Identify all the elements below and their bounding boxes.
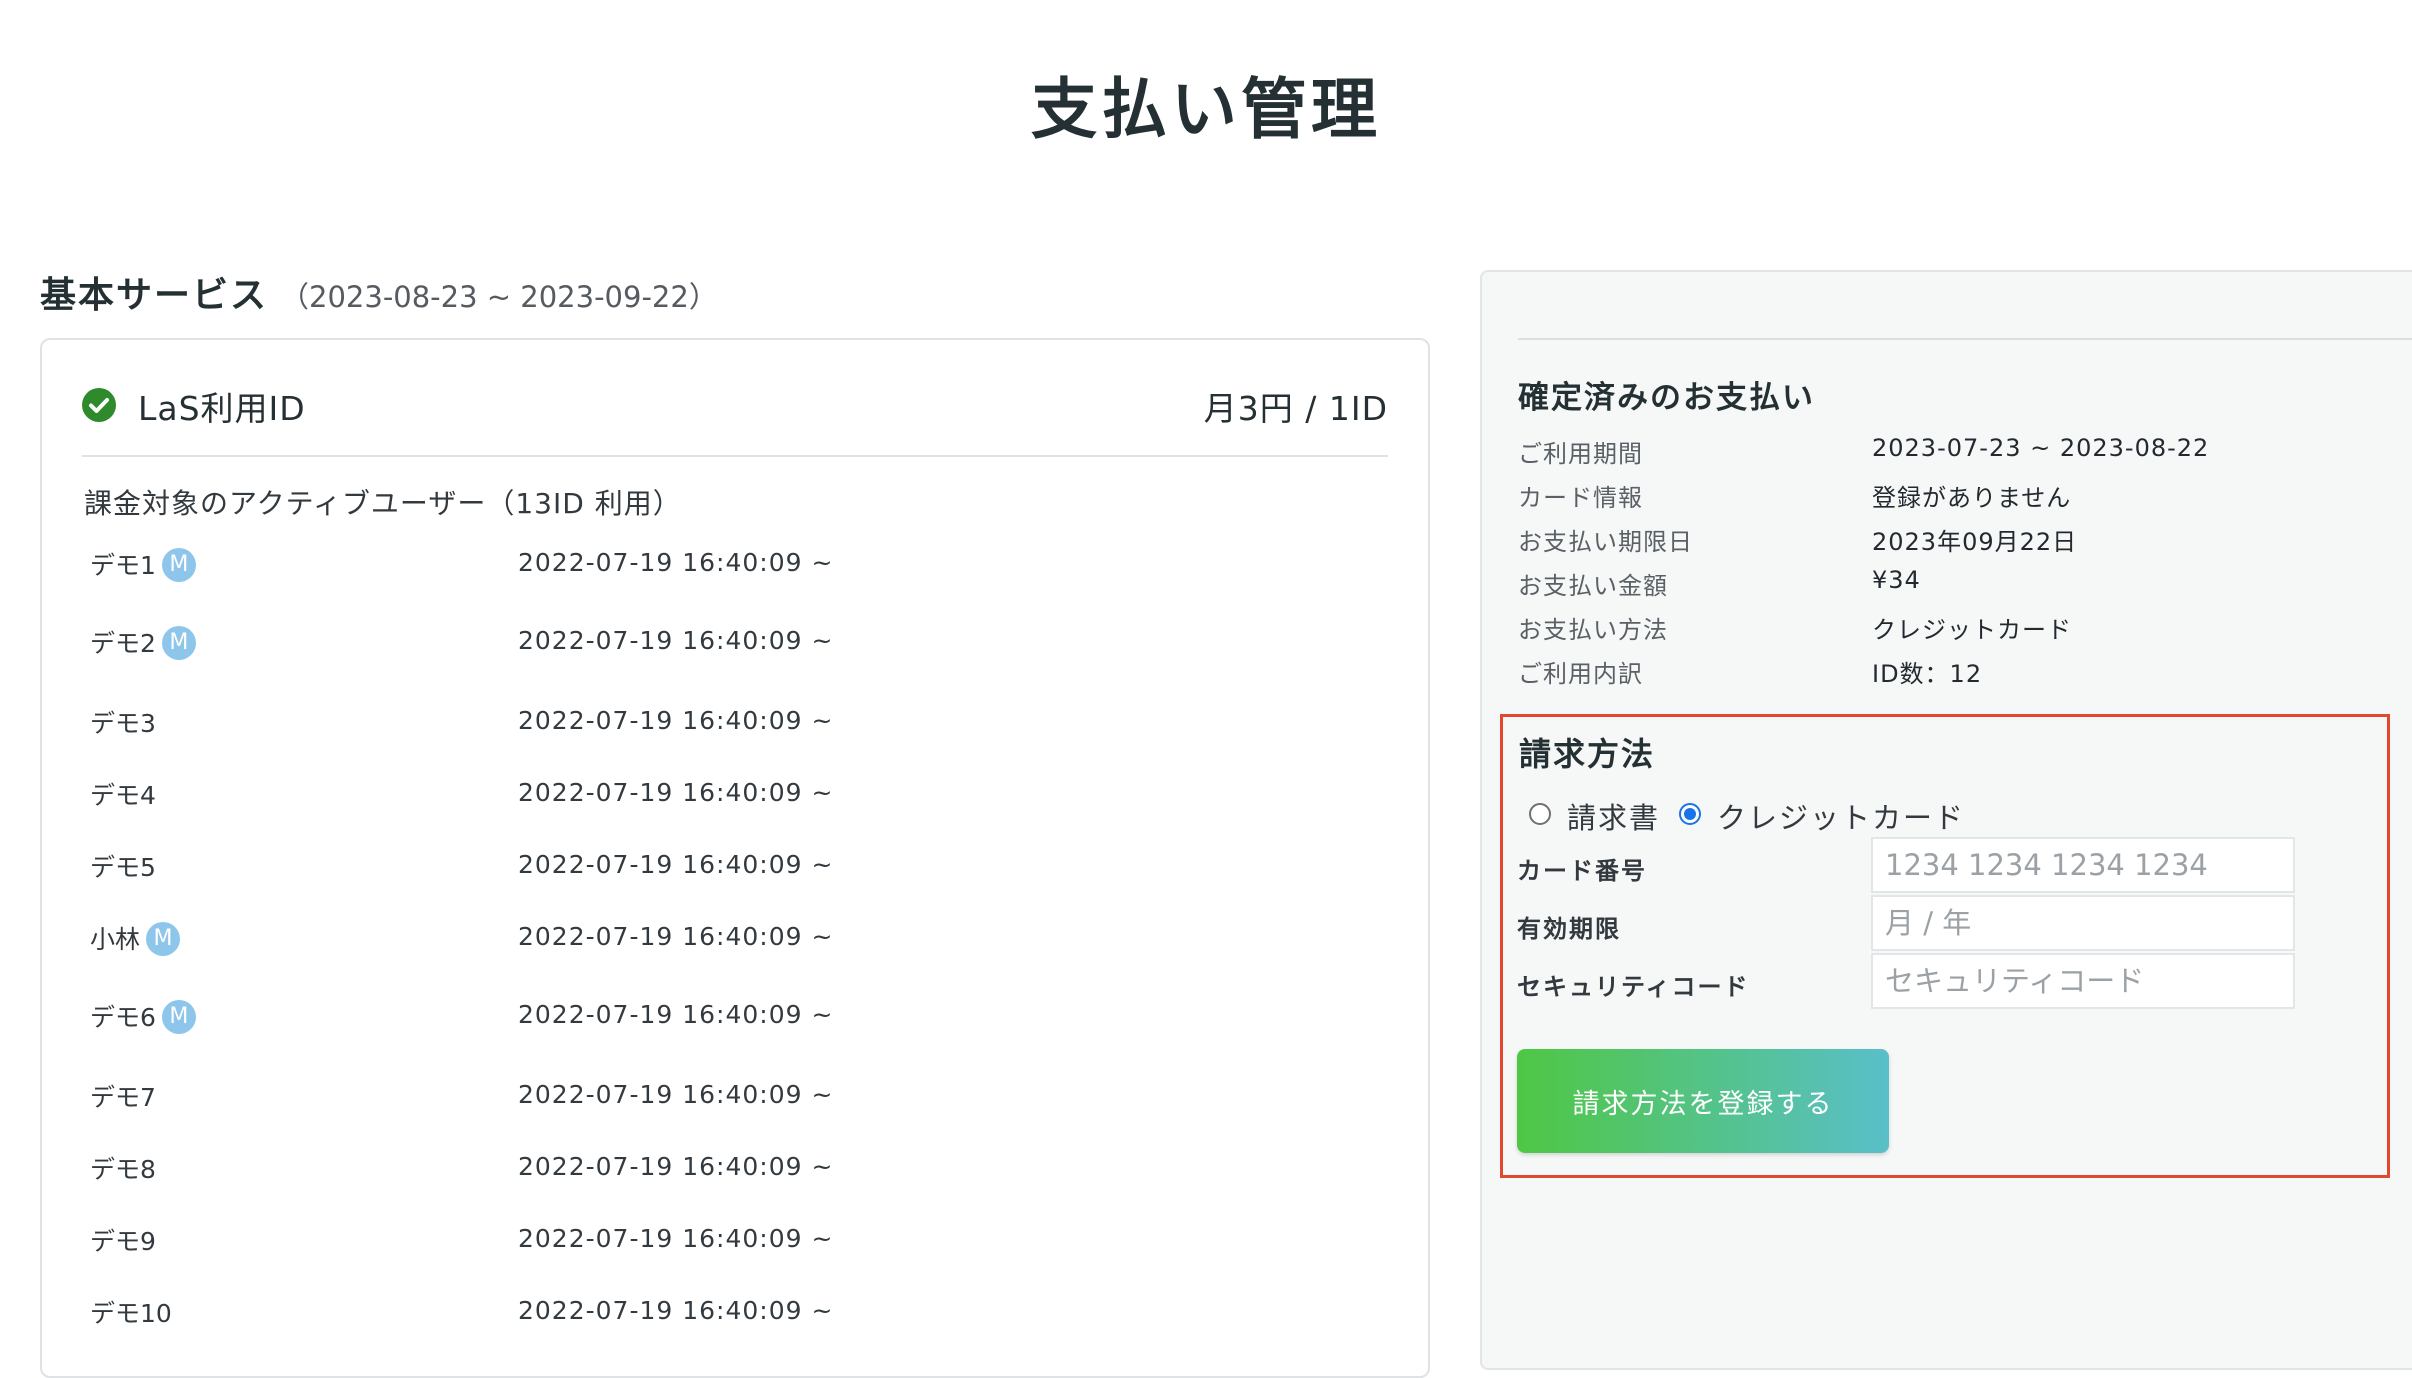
service-name: LaS利用ID xyxy=(138,389,306,428)
user-name: デモ7 xyxy=(90,1083,156,1112)
info-label: お支払い金額 xyxy=(1518,572,1668,600)
m-badge-icon: M xyxy=(146,922,181,956)
security-code-row: セキュリティコード xyxy=(1517,953,2317,1011)
active-users-heading: 課金対象のアクティブユーザー（13ID 利用） xyxy=(84,487,682,520)
info-label: ご利用期間 xyxy=(1518,440,1643,468)
info-label: カード情報 xyxy=(1518,484,1643,512)
info-value: 2023-07-23 ~ 2023-08-22 xyxy=(1872,434,2210,462)
info-value: 登録がありません xyxy=(1872,484,2072,512)
user-row: デモ10 2022-07-19 16:40:09 ~ xyxy=(90,1288,1290,1336)
info-value: 2023年09月22日 xyxy=(1872,528,2078,556)
info-row: ご利用内訳 ID数：12 xyxy=(1518,648,2398,688)
card-number-row: カード番号 xyxy=(1517,837,2317,895)
billing-method-section: 請求方法 請求書 クレジットカード カード番号 有効期限 セキュリティコード 請… xyxy=(1500,714,2390,1178)
radio-label[interactable]: 請求書 xyxy=(1567,795,1660,837)
confirmed-payment-title: 確定済みのお支払い xyxy=(1518,380,1815,416)
user-name: デモ3 xyxy=(90,709,156,738)
user-name: デモ9 xyxy=(90,1227,156,1256)
info-row: ご利用期間 2023-07-23 ~ 2023-08-22 xyxy=(1518,428,2398,468)
info-row: お支払い方法 クレジットカード xyxy=(1518,604,2398,644)
user-row: 小林 M 2022-07-19 16:40:09 ~ xyxy=(90,914,1290,962)
expiry-input[interactable] xyxy=(1871,895,2295,951)
info-row: お支払い金額 ¥34 xyxy=(1518,560,2398,600)
user-row: デモ7 2022-07-19 16:40:09 ~ xyxy=(90,1072,1290,1120)
info-value: ID数：12 xyxy=(1872,660,1983,688)
radio-checked-icon[interactable] xyxy=(1679,803,1701,825)
user-since: 2022-07-19 16:40:09 ~ xyxy=(518,706,834,735)
user-since: 2022-07-19 16:40:09 ~ xyxy=(518,1296,834,1325)
user-row: デモ4 2022-07-19 16:40:09 ~ xyxy=(90,770,1290,818)
card-number-input[interactable] xyxy=(1871,837,2295,893)
expiry-label: 有効期限 xyxy=(1517,915,1621,943)
user-since: 2022-07-19 16:40:09 ~ xyxy=(518,548,834,577)
info-value: クレジットカード xyxy=(1872,616,2072,644)
radio-circle-icon[interactable] xyxy=(1529,803,1551,825)
expiry-row: 有効期限 xyxy=(1517,895,2317,953)
user-name: デモ10 xyxy=(90,1299,172,1328)
info-value: ¥34 xyxy=(1872,566,1921,594)
info-label: お支払い期限日 xyxy=(1518,528,1693,556)
m-badge-icon: M xyxy=(161,626,196,660)
security-code-label: セキュリティコード xyxy=(1517,973,1750,1001)
service-title: 基本サービス xyxy=(40,275,269,316)
info-row: カード情報 登録がありません xyxy=(1518,472,2398,512)
user-name: デモ1 M xyxy=(90,546,196,584)
user-row: デモ1 M 2022-07-19 16:40:09 ~ xyxy=(90,540,1290,588)
m-badge-icon: M xyxy=(161,1000,196,1034)
user-name: デモ2 M xyxy=(90,624,196,662)
card-number-label: カード番号 xyxy=(1517,857,1647,885)
user-since: 2022-07-19 16:40:09 ~ xyxy=(518,1224,834,1253)
service-heading: 基本サービス （2023-08-23 ~ 2023-09-22） xyxy=(40,266,718,318)
billing-method-radio-group: 請求書 クレジットカード xyxy=(1529,793,2129,835)
m-badge-icon: M xyxy=(161,548,196,582)
service-period: （2023-08-23 ~ 2023-09-22） xyxy=(280,280,718,314)
divider xyxy=(82,455,1388,457)
user-since: 2022-07-19 16:40:09 ~ xyxy=(518,778,834,807)
user-since: 2022-07-19 16:40:09 ~ xyxy=(518,1080,834,1109)
info-row: お支払い期限日 2023年09月22日 xyxy=(1518,516,2398,556)
user-name: デモ5 xyxy=(90,853,156,882)
user-since: 2022-07-19 16:40:09 ~ xyxy=(518,850,834,879)
user-row: デモ9 2022-07-19 16:40:09 ~ xyxy=(90,1216,1290,1264)
user-row: デモ3 2022-07-19 16:40:09 ~ xyxy=(90,698,1290,746)
billing-method-title: 請求方法 xyxy=(1519,735,1656,773)
user-row: デモ5 2022-07-19 16:40:09 ~ xyxy=(90,842,1290,890)
user-name: デモ6 M xyxy=(90,998,196,1036)
user-since: 2022-07-19 16:40:09 ~ xyxy=(518,626,834,655)
user-row: デモ2 M 2022-07-19 16:40:09 ~ xyxy=(90,618,1290,666)
user-row: デモ8 2022-07-19 16:40:09 ~ xyxy=(90,1144,1290,1192)
service-price: 月3円 / 1ID xyxy=(1203,389,1388,428)
service-card-header: LaS利用ID 月3円 / 1ID xyxy=(82,376,1388,436)
user-row: デモ6 M 2022-07-19 16:40:09 ~ xyxy=(90,992,1290,1040)
security-code-input[interactable] xyxy=(1871,953,2295,1009)
info-label: ご利用内訳 xyxy=(1518,660,1643,688)
service-card: LaS利用ID 月3円 / 1ID 課金対象のアクティブユーザー（13ID 利用… xyxy=(40,338,1430,1378)
user-since: 2022-07-19 16:40:09 ~ xyxy=(518,1000,834,1029)
user-name: 小林 M xyxy=(90,920,181,958)
user-since: 2022-07-19 16:40:09 ~ xyxy=(518,1152,834,1181)
page-title: 支払い管理 xyxy=(1031,71,1381,148)
info-label: お支払い方法 xyxy=(1518,616,1668,644)
radio-label[interactable]: クレジットカード xyxy=(1717,795,1965,837)
user-since: 2022-07-19 16:40:09 ~ xyxy=(518,922,834,951)
user-name: デモ8 xyxy=(90,1155,156,1184)
divider xyxy=(1518,338,2412,340)
check-circle-icon xyxy=(82,388,116,422)
register-billing-button[interactable]: 請求方法を登録する xyxy=(1517,1049,1889,1153)
user-name: デモ4 xyxy=(90,781,156,810)
